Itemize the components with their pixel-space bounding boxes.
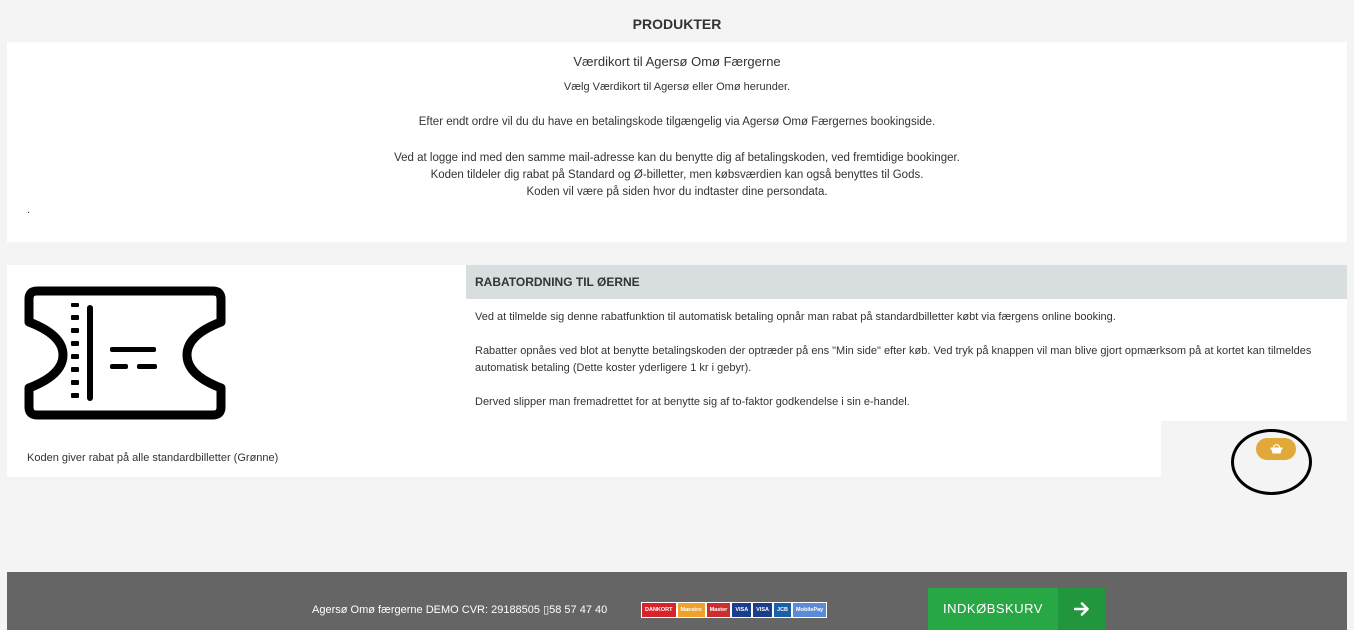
products-header: PRODUKTER [7, 8, 1347, 42]
product-title: RABATORDNING TIL ØERNE [466, 265, 1347, 299]
intro-heading: Værdikort til Agersø Omø Færgerne [573, 54, 781, 69]
product-description-para-1: Ved at tilmelde sig denne rabatfunktion … [475, 311, 1116, 323]
product-image-panel: Koden giver rabat på alle standardbillet… [7, 265, 466, 477]
checkout-arrow[interactable] [1058, 588, 1105, 630]
visa-logo: VISA [731, 602, 753, 618]
product-details-panel: RABATORDNING TIL ØERNE Ved at tilmelde s… [466, 265, 1347, 477]
visa-electron-logo: VISA [752, 602, 774, 618]
product-description-para-3: Derved slipper man fremadrettet for at b… [475, 396, 910, 408]
product-actions [466, 421, 1347, 477]
intro-text-4: Koden vil være på siden hvor du indtaste… [526, 186, 828, 198]
payment-logos: DANKORT Maestro Master VISA VISA JCB Mob… [641, 599, 828, 621]
company-info: Agersø Omø færgerne DEMO CVR: 29188505 ▯… [312, 604, 608, 616]
footer: Agersø Omø færgerne DEMO CVR: 29188505 ▯… [7, 572, 1347, 630]
intro-text-3: Koden tildeler dig rabat på Standard og … [430, 169, 924, 181]
mobilepay-logo: MobilePay [792, 602, 828, 618]
product-description-para-2: Rabatter opnåes ved blot at benytte beta… [475, 345, 1312, 374]
checkout-button[interactable]: INDKØBSKURV [928, 588, 1105, 630]
page: PRODUKTER Værdikort til Agersø Omø Færge… [0, 0, 1354, 630]
product-description: Ved at tilmelde sig denne rabatfunktion … [466, 299, 1347, 421]
intro-text-1: Efter endt ordre vil du du have en betal… [418, 116, 936, 128]
intro-section: Værdikort til Agersø Omø Færgerne Vælg V… [7, 42, 1347, 242]
checkout-label[interactable]: INDKØBSKURV [928, 588, 1058, 630]
jcb-logo: JCB [773, 602, 793, 618]
cart-area [1161, 421, 1347, 477]
intro-text-2: Ved at logge ind med den samme mail-adre… [394, 152, 960, 164]
dankort-logo: DANKORT [641, 602, 677, 618]
mastercard-logo: Master [705, 602, 732, 618]
maestro-logo: Maestro [676, 602, 706, 618]
add-to-cart-button[interactable] [1256, 438, 1296, 460]
intro-subheading: Vælg Værdikort til Agersø eller Omø heru… [563, 81, 791, 93]
stray-dot: . [27, 204, 31, 216]
basket-icon [1270, 444, 1282, 454]
product-caption: Koden giver rabat på alle standardbillet… [27, 452, 279, 464]
ticket-icon [24, 286, 226, 420]
page-title: PRODUKTER [632, 16, 722, 32]
arrow-right-icon [1073, 602, 1089, 616]
